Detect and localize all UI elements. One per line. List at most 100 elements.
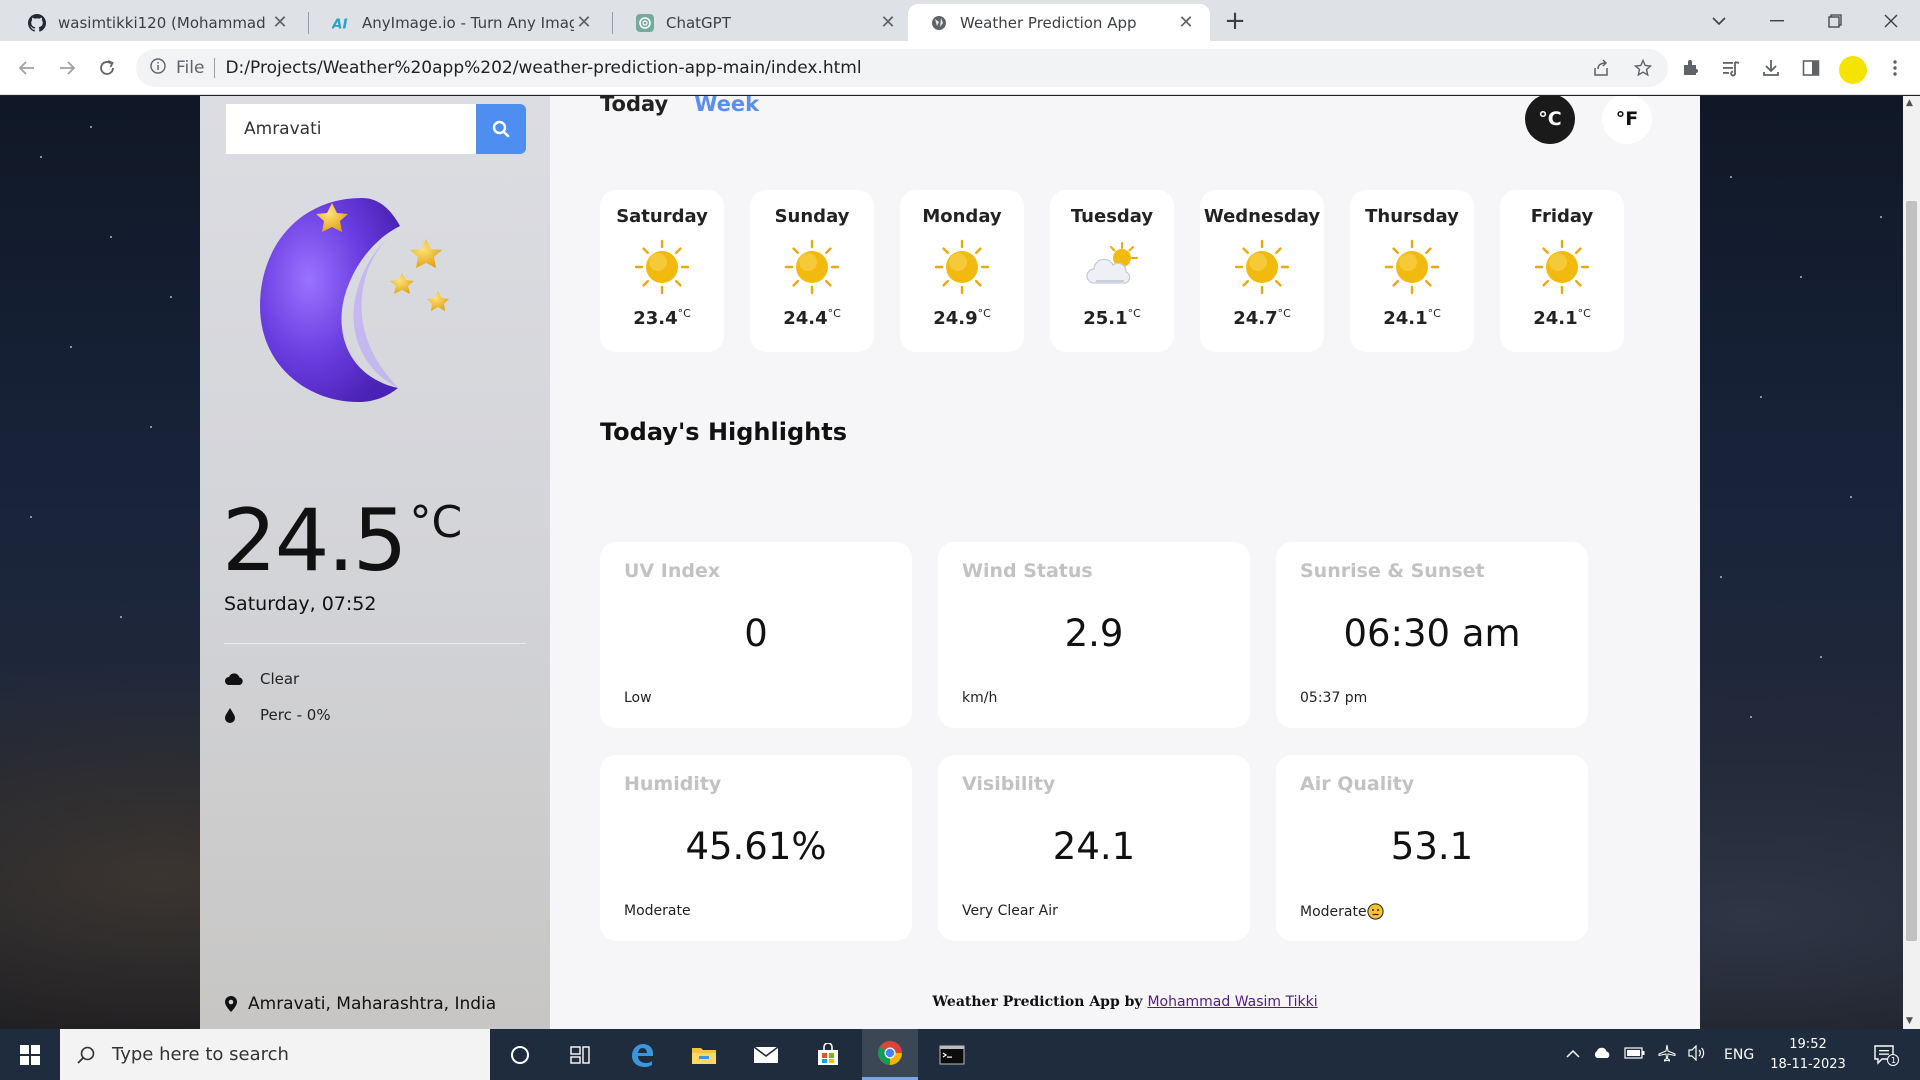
temperature-unit: °C bbox=[409, 497, 463, 548]
close-icon[interactable]: ✕ bbox=[1176, 12, 1196, 33]
share-icon[interactable] bbox=[1586, 53, 1616, 83]
download-icon[interactable] bbox=[1756, 53, 1786, 83]
cortana-icon[interactable] bbox=[492, 1029, 548, 1080]
air-quality-card: Air Quality 53.1 Moderate bbox=[1276, 755, 1588, 941]
wind-status-card: Wind Status 2.9 km/h bbox=[938, 542, 1250, 728]
forecast-day: Friday bbox=[1530, 206, 1594, 227]
system-tray: ENG bbox=[1566, 1029, 1754, 1080]
back-arrow-icon[interactable] bbox=[12, 53, 42, 83]
forecast-card: Sunday 24.4°C bbox=[750, 190, 874, 352]
scrollbar-thumb[interactable] bbox=[1906, 201, 1917, 941]
tab-anyimage[interactable]: AI AnyImage.io - Turn Any Image i ✕ bbox=[310, 4, 608, 41]
forecast-day: Thursday bbox=[1365, 206, 1459, 227]
tab-today[interactable]: Today bbox=[600, 96, 668, 116]
highlights-title: Today's Highlights bbox=[600, 418, 847, 446]
city-search-input[interactable] bbox=[226, 104, 476, 154]
footer-text: Weather Prediction App by bbox=[932, 994, 1143, 1010]
windows-start-button[interactable] bbox=[0, 1029, 60, 1080]
location: Amravati, Maharashtra, India bbox=[224, 994, 496, 1014]
neutral-face-icon bbox=[1366, 903, 1384, 920]
close-window-button[interactable] bbox=[1862, 0, 1920, 41]
condition-row: Clear bbox=[224, 670, 299, 688]
svg-text:1: 1 bbox=[1891, 1056, 1896, 1065]
airplane-mode-icon[interactable] bbox=[1658, 1044, 1676, 1066]
map-pin-icon bbox=[224, 995, 238, 1013]
celsius-button[interactable]: °C bbox=[1525, 96, 1575, 144]
tab-weather-app[interactable]: Weather Prediction App ✕ bbox=[908, 4, 1210, 41]
card-subtext: 05:37 pm bbox=[1300, 690, 1368, 706]
city-search bbox=[226, 104, 526, 154]
cloud-icon bbox=[224, 672, 260, 686]
search-button[interactable] bbox=[476, 104, 526, 154]
card-value: 2.9 bbox=[1064, 612, 1124, 655]
windows-taskbar: Type here to search ENG 19:52 18-11-2023… bbox=[0, 1029, 1920, 1080]
anyimage-icon: AI bbox=[332, 14, 350, 32]
restore-button[interactable] bbox=[1806, 0, 1864, 41]
date-time: Saturday, 07:52 bbox=[224, 593, 377, 615]
forecast-day: Sunday bbox=[774, 206, 850, 227]
forecast-card: Friday 24.1°C bbox=[1500, 190, 1624, 352]
scroll-up-arrow-icon[interactable]: ▲ bbox=[1906, 98, 1913, 108]
forward-arrow-icon[interactable] bbox=[52, 53, 82, 83]
card-value: 0 bbox=[744, 612, 768, 655]
sidebar: 24.5 °C Saturday, 07:52 Clear Perc - 0% … bbox=[200, 96, 550, 1029]
volume-icon[interactable] bbox=[1688, 1044, 1706, 1065]
forecast-temp: 25.1°C bbox=[1083, 307, 1141, 329]
minimize-button[interactable] bbox=[1748, 0, 1806, 41]
profile-avatar[interactable] bbox=[1839, 56, 1867, 84]
tab-search-chevron-icon[interactable] bbox=[1690, 0, 1748, 41]
language-indicator[interactable]: ENG bbox=[1724, 1047, 1754, 1063]
menu-kebab-icon[interactable] bbox=[1880, 53, 1910, 83]
card-title: Sunrise & Sunset bbox=[1300, 560, 1485, 582]
forecast-card: Wednesday 24.7°C bbox=[1200, 190, 1324, 352]
side-panel-icon[interactable] bbox=[1796, 53, 1826, 83]
task-view-icon[interactable] bbox=[552, 1029, 608, 1080]
system-clock[interactable]: 19:52 18-11-2023 bbox=[1766, 1035, 1850, 1075]
terminal-icon[interactable] bbox=[924, 1029, 980, 1080]
uv-index-card: UV Index 0 Low bbox=[600, 542, 912, 728]
card-subtext: Low bbox=[624, 690, 652, 706]
bookmark-star-icon[interactable] bbox=[1628, 53, 1658, 83]
card-subtext: Very Clear Air bbox=[962, 903, 1058, 919]
card-value: 45.61% bbox=[685, 825, 827, 868]
microsoft-store-icon[interactable] bbox=[800, 1029, 856, 1080]
close-icon[interactable]: ✕ bbox=[574, 12, 594, 33]
edge-browser-icon[interactable] bbox=[614, 1029, 670, 1080]
page-scrollbar[interactable]: ▲ ▼ bbox=[1903, 96, 1920, 1029]
address-bar[interactable]: File D:/Projects/Weather%20app%202/weath… bbox=[136, 49, 1668, 87]
scroll-down-arrow-icon[interactable]: ▼ bbox=[1906, 1016, 1913, 1026]
action-center-icon[interactable]: 1 bbox=[1858, 1029, 1914, 1080]
reload-icon[interactable] bbox=[92, 53, 122, 83]
close-icon[interactable]: ✕ bbox=[270, 12, 290, 33]
extensions-icon[interactable] bbox=[1676, 53, 1706, 83]
author-link[interactable]: Mohammad Wasim Tikki bbox=[1147, 994, 1317, 1010]
precipitation-text: Perc - 0% bbox=[260, 706, 331, 724]
github-icon bbox=[28, 13, 46, 32]
fahrenheit-button[interactable]: °F bbox=[1602, 96, 1652, 144]
close-icon[interactable]: ✕ bbox=[878, 12, 898, 33]
taskbar-search-box[interactable]: Type here to search bbox=[60, 1029, 490, 1080]
forecast-temp: 24.1°C bbox=[1383, 307, 1441, 329]
tab-week[interactable]: Week bbox=[694, 96, 759, 116]
info-icon[interactable] bbox=[150, 57, 166, 79]
onedrive-cloud-icon[interactable] bbox=[1592, 1047, 1612, 1063]
sun-icon bbox=[1234, 239, 1290, 295]
chevron-up-icon[interactable] bbox=[1566, 1047, 1580, 1063]
clock-date: 18-11-2023 bbox=[1770, 1057, 1846, 1072]
forecast-temp: 24.9°C bbox=[933, 307, 991, 329]
location-text: Amravati, Maharashtra, India bbox=[248, 994, 497, 1014]
taskbar-search-placeholder: Type here to search bbox=[112, 1044, 289, 1065]
chrome-icon[interactable] bbox=[862, 1029, 918, 1080]
tab-chatgpt[interactable]: ChatGPT ✕ bbox=[614, 4, 912, 41]
tab-github[interactable]: wasimtikki120 (Mohammad Was ✕ bbox=[6, 4, 304, 41]
file-explorer-icon[interactable] bbox=[676, 1029, 732, 1080]
forecast-card: Tuesday 25.1°C bbox=[1050, 190, 1174, 352]
new-tab-button[interactable]: + bbox=[1218, 4, 1252, 38]
forecast-day: Saturday bbox=[616, 206, 708, 227]
sun-icon bbox=[634, 239, 690, 295]
media-queue-icon[interactable] bbox=[1716, 53, 1746, 83]
mail-icon[interactable] bbox=[738, 1029, 794, 1080]
url-text[interactable]: D:/Projects/Weather%20app%202/weather-pr… bbox=[225, 58, 861, 78]
battery-icon[interactable] bbox=[1624, 1046, 1646, 1063]
browser-tab-bar: wasimtikki120 (Mohammad Was ✕ AI AnyImag… bbox=[0, 0, 1920, 41]
